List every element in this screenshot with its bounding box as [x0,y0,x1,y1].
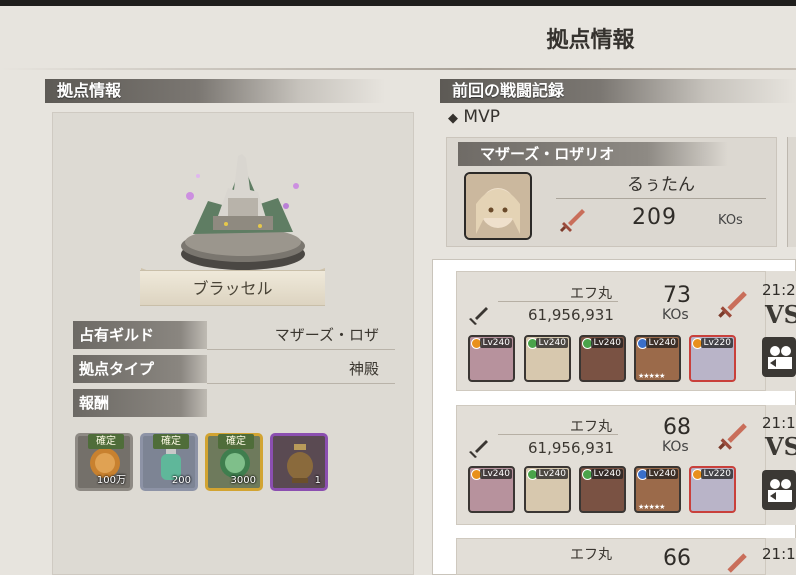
mvp-guild-name: マザーズ・ロザリオ [458,142,728,166]
video-camera-icon [768,479,792,502]
page-title: 拠点情報 [546,27,635,53]
reward-qty: 3000 [230,475,256,486]
mvp-card-next [787,137,796,247]
rarity-stars: ★★★★★ [638,372,665,380]
info-row-reward: 報酬 [73,389,395,418]
party-unit[interactable]: Lv240 [579,335,626,382]
unit-level: Lv240 [646,469,678,479]
replay-button[interactable] [762,337,796,377]
vs-label: VS [765,300,796,329]
party-unit[interactable]: Lv220 [689,466,736,513]
party-unit[interactable]: Lv220 [689,335,736,382]
battle-kos-unit: KOs [662,307,689,323]
reward-item-urn[interactable]: 1 [270,433,328,491]
enemy-divider [498,301,618,302]
battle-kos-value: 66 [663,546,691,571]
party-unit[interactable]: Lv240 ★★★★★ [634,335,681,382]
castle-base-illustration [181,154,305,270]
enemy-power: 61,956,931 [528,439,614,457]
base-info-header: 拠点情報 [45,79,385,103]
guild-value: マザーズ・ロザ [274,326,379,344]
party-unit[interactable]: Lv240 [468,335,515,382]
unit-level: Lv220 [701,338,733,348]
battle-time: 21:1 [762,414,796,432]
reward-confirmed-tag: 確定 [218,434,254,449]
unit-level: Lv240 [480,338,512,348]
info-row-guild: 占有ギルド マザーズ・ロザ [73,321,395,350]
reward-qty: 200 [171,475,191,486]
battle-kos-value: 73 [663,283,691,308]
mvp-label: ◆ MVP [448,107,500,127]
enemy-player-name: エフ丸 [570,286,612,302]
reward-qty: 100万 [96,475,126,486]
unit-level: Lv240 [591,469,623,479]
mvp-kos-unit: KOs [718,213,743,228]
unit-level: Lv240 [536,469,568,479]
top-bar [0,0,796,6]
info-row-type: 拠点タイプ 神殿 [73,355,395,384]
kill-sword-icon [718,291,747,318]
enemy-power: 61,956,931 [528,306,614,324]
party-unit[interactable]: Lv240 [524,466,571,513]
mvp-avatar[interactable] [464,172,532,240]
urn-icon [287,444,313,483]
enemy-player-name: エフ丸 [570,419,612,435]
enemy-divider [498,434,618,435]
vs-label: VS [765,432,796,461]
battle-kos-value: 68 [663,415,691,440]
battle-record-header: 前回の戦闘記録 [440,79,796,103]
battle-kos-unit: KOs [662,439,689,455]
unit-level: Lv240 [646,338,678,348]
unit-level: Lv240 [480,469,512,479]
kill-sword-icon [718,423,747,450]
battle-time: 21:1 [762,545,796,563]
battle-time: 21:2 [762,281,796,299]
reward-confirmed-tag: 確定 [153,434,189,449]
reward-label: 報酬 [73,389,207,417]
replay-button[interactable] [762,470,796,510]
unit-level: Lv240 [536,338,568,348]
type-value: 神殿 [348,360,379,378]
mvp-text: MVP [463,107,500,127]
power-sword-icon [469,440,488,458]
mvp-player-name: るぅたん [627,175,695,195]
base-name-banner: ブラッセル [140,270,325,306]
power-sword-icon [469,307,488,325]
party-unit[interactable]: Lv240 [468,466,515,513]
row-divider [207,383,395,384]
party-unit[interactable]: Lv240 [579,466,626,513]
reward-item-coins[interactable]: 確定 100万 [75,433,133,491]
mvp-name-divider [556,198,766,199]
party-unit[interactable]: Lv240 ★★★★★ [634,466,681,513]
rarity-stars: ★★★★★ [638,503,665,511]
type-label: 拠点タイプ [73,355,207,383]
mvp-kos-value: 209 [632,205,677,230]
party-unit[interactable]: Lv240 [524,335,571,382]
video-camera-icon [768,346,792,369]
unit-level: Lv220 [701,469,733,479]
unit-level: Lv240 [591,338,623,348]
reward-qty: 1 [314,475,321,486]
row-divider [207,349,395,350]
title-divider [0,68,796,70]
diamond-icon: ◆ [448,111,458,126]
kill-sword-icon [727,553,747,573]
reward-item-medal[interactable]: 確定 3000 [205,433,263,491]
character-portrait-icon [466,174,530,238]
sword-icon [559,209,585,233]
guild-label: 占有ギルド [73,321,207,349]
reward-confirmed-tag: 確定 [88,434,124,449]
enemy-player-name: エフ丸 [570,547,612,563]
reward-item-potion[interactable]: 確定 200 [140,433,198,491]
